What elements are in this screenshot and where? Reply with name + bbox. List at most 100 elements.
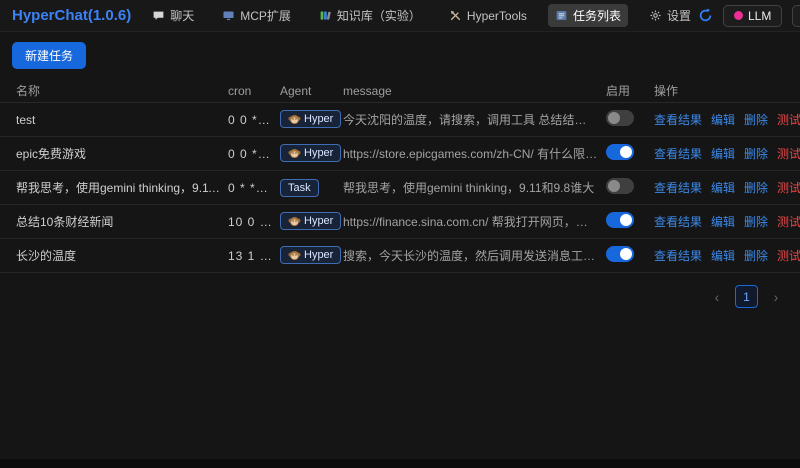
language-select[interactable]: 中文 [792, 4, 800, 27]
col-cron: cron [228, 83, 252, 98]
test-link[interactable]: 测试 [777, 179, 800, 196]
delete-link[interactable]: 删除 [744, 111, 768, 128]
edit-link[interactable]: 编辑 [711, 213, 735, 230]
nav-task-list-label: 任务列表 [572, 9, 621, 23]
task-actions: 查看结果 编辑 删除 测试 [654, 213, 800, 230]
task-message: https://store.epicgames.com/zh-CN/ 有什么限时… [343, 147, 606, 161]
monkey-icon [288, 216, 301, 226]
task-actions: 查看结果 编辑 删除 测试 [654, 145, 800, 162]
chat-icon [153, 11, 164, 20]
edit-link[interactable]: 编辑 [711, 145, 735, 162]
edit-link[interactable]: 编辑 [711, 179, 735, 196]
table-row: test 0 0 * * * Hyper 今天沈阳的温度，请搜索，调用工具 总结… [0, 103, 800, 137]
task-agent-cell: Hyper [280, 246, 343, 265]
new-task-button[interactable]: 新建任务 [12, 42, 87, 69]
llm-dot-icon [733, 11, 743, 20]
task-agent-cell: Hyper [280, 110, 343, 129]
agent-label: Task [288, 181, 311, 194]
col-message: message [343, 83, 392, 98]
nav-mcp-extension[interactable]: MCP扩展 [215, 4, 298, 27]
table-row: 长沙的温度 13 1 * * * Hyper 搜索，今天长沙的温度，然后调用发送… [0, 239, 800, 273]
task-enabled-cell [606, 110, 654, 129]
task-agent-cell: Hyper [280, 212, 343, 231]
task-agent-cell: Task [280, 178, 343, 197]
agent-badge: Hyper [280, 246, 342, 265]
delete-link[interactable]: 删除 [744, 145, 768, 162]
agent-badge: Hyper [280, 110, 342, 129]
nav-chat[interactable]: 聊天 [145, 4, 201, 27]
nav-knowledge-base[interactable]: 知识库（实验） [312, 4, 428, 27]
app-title: HyperChat(1.0.6) [12, 7, 132, 24]
agent-label: Hyper [304, 249, 334, 262]
agent-badge: Hyper [280, 212, 342, 231]
col-name: 名称 [16, 84, 41, 98]
task-message: https://finance.sina.com.cn/ 帮我打开网页，总结今天… [343, 215, 606, 229]
agent-badge: Hyper [280, 144, 342, 163]
task-name: 总结10条财经新闻 [16, 215, 114, 229]
settings-icon [650, 10, 661, 21]
toggle-knob [620, 146, 632, 158]
monkey-icon [288, 250, 301, 260]
task-cron: 0 0 * * * [228, 112, 278, 127]
delete-link[interactable]: 删除 [744, 213, 768, 230]
view-results-link[interactable]: 查看结果 [654, 179, 702, 196]
task-list-icon [556, 10, 567, 21]
page-number[interactable]: 1 [735, 285, 758, 308]
task-enabled-cell [606, 144, 654, 163]
monkey-icon [288, 114, 301, 124]
enable-toggle[interactable] [606, 212, 634, 228]
prev-page-button[interactable]: ‹ [709, 289, 725, 305]
nav-mcp-label: MCP扩展 [240, 9, 291, 23]
col-actions: 操作 [654, 84, 679, 98]
view-results-link[interactable]: 查看结果 [654, 213, 702, 230]
task-enabled-cell [606, 212, 654, 231]
view-results-link[interactable]: 查看结果 [654, 247, 702, 264]
next-page-button[interactable]: › [768, 289, 784, 305]
enable-toggle[interactable] [606, 110, 634, 126]
task-agent-cell: Hyper [280, 144, 343, 163]
enable-toggle[interactable] [606, 144, 634, 160]
topbar-right: LLM 中文 Sync [698, 4, 800, 27]
nav-settings[interactable]: 设置 [642, 4, 698, 27]
task-name: test [16, 112, 36, 127]
test-link[interactable]: 测试 [777, 247, 800, 264]
table-header: 名称 cron Agent message 启用 操作 [0, 79, 800, 103]
table-row: epic免费游戏 0 0 * * * Hyper https://store.e… [0, 137, 800, 171]
nav-hypertools-label: HyperTools [466, 8, 527, 23]
task-name: 长沙的温度 [16, 249, 77, 263]
delete-link[interactable]: 删除 [744, 247, 768, 264]
toggle-knob [620, 214, 632, 226]
nav-hypertools[interactable]: HyperTools [442, 6, 534, 26]
agent-label: Hyper [304, 147, 334, 160]
task-actions: 查看结果 编辑 删除 测试 [654, 111, 800, 128]
pagination: ‹ 1 › [0, 273, 800, 308]
task-cron: 10 0 * * * [228, 214, 280, 229]
top-bar: HyperChat(1.0.6) 聊天 MCP扩展 知识库（实验） HyperT… [0, 0, 800, 32]
toggle-knob [620, 248, 632, 260]
edit-link[interactable]: 编辑 [711, 247, 735, 264]
test-link[interactable]: 测试 [777, 111, 800, 128]
hyperchat-window: HyperChat(1.0.6) 聊天 MCP扩展 知识库（实验） HyperT… [0, 0, 800, 468]
table-row: 总结10条财经新闻 10 0 * * * Hyper https://finan… [0, 205, 800, 239]
llm-button[interactable]: LLM [722, 4, 783, 27]
task-message: 帮我思考，使用gemini thinking，9.11和9.8谁大 [343, 181, 595, 195]
task-name: epic免费游戏 [16, 147, 87, 161]
knowledge-base-icon [320, 11, 331, 20]
nav-task-list[interactable]: 任务列表 [547, 4, 628, 27]
task-enabled-cell [606, 246, 654, 265]
enable-toggle[interactable] [606, 178, 634, 194]
task-name: 帮我思考，使用gemini thinking，9.11和9.8谁大 [16, 181, 228, 195]
delete-link[interactable]: 删除 [744, 179, 768, 196]
agent-label: Hyper [304, 215, 334, 228]
enable-toggle[interactable] [606, 246, 634, 262]
view-results-link[interactable]: 查看结果 [654, 145, 702, 162]
tools-icon [450, 10, 460, 21]
test-link[interactable]: 测试 [777, 213, 800, 230]
agent-badge: Task [280, 178, 319, 197]
monkey-icon [288, 148, 301, 158]
view-results-link[interactable]: 查看结果 [654, 111, 702, 128]
col-enabled: 启用 [606, 84, 631, 98]
update-icon[interactable] [698, 8, 713, 23]
edit-link[interactable]: 编辑 [711, 111, 735, 128]
test-link[interactable]: 测试 [777, 145, 800, 162]
